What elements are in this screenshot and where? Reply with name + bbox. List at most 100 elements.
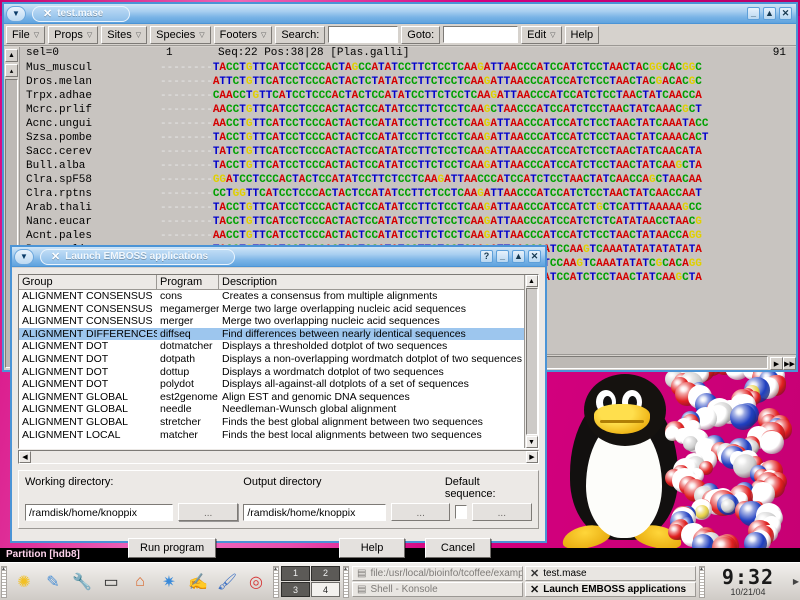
task-button-konsole[interactable]: ▤ Shell - Konsole (352, 582, 523, 597)
panel-expand-icon[interactable]: ▶ (792, 565, 800, 599)
output-directory-browse-button[interactable]: ... (391, 503, 450, 521)
kate-icon[interactable]: ✎ (39, 568, 67, 596)
goto-input[interactable] (443, 26, 519, 43)
sequence-bases[interactable]: TACCTGTTCATCCTCCCACTACTCCATATCCTTCTCCTCA… (213, 216, 702, 228)
column-header-group[interactable]: Group (19, 275, 157, 289)
help-button[interactable]: Help (564, 25, 600, 44)
sequence-bases[interactable]: TACCTGTTCATCCTCCCACTACTCCATATCCTTCTCCTCA… (213, 160, 702, 172)
sequence-row[interactable]: Nanc.eucar -------- TACCTGTTCATCCTCCCACTAC… (20, 215, 796, 229)
program-row[interactable]: ALIGNMENT GLOBAL stretcher Finds the best … (19, 416, 524, 429)
panel-handle[interactable] (1, 565, 7, 598)
program-row[interactable]: ALIGNMENT DOT dottup Displays a wordmatch … (19, 366, 524, 379)
program-row[interactable]: ALIGNMENT DOT dotpath Displays a non-overl… (19, 353, 524, 366)
program-row[interactable]: ALIGNMENT LOCAL matcher Finds the best loc… (19, 429, 524, 442)
writer-icon[interactable]: ✍ (184, 568, 212, 596)
default-sequence-checkbox[interactable] (454, 505, 467, 519)
sequence-name[interactable]: Clra.spF58 (20, 174, 160, 186)
program-row[interactable]: ALIGNMENT GLOBAL needle Needleman-Wunsch g… (19, 403, 524, 416)
program-row[interactable]: ALIGNMENT DOT dotmatcher Displays a thresh… (19, 340, 524, 353)
minimize-icon[interactable]: _ (747, 7, 760, 20)
kmenu-icon[interactable]: ✺ (10, 568, 38, 596)
sequence-bases[interactable]: ATTCTGTTCATCCTCCCACTACTCTATATCCTTCTCCTCA… (213, 76, 702, 88)
sequence-name[interactable]: Bull.alba (20, 160, 160, 172)
task-button-file-manager[interactable]: ▤ file:/usr/local/bioinfo/tcoffee/exampl… (352, 566, 523, 581)
sequence-bases[interactable]: AACCTGTTCATCCTCCCACTACTCCATATCCTTCTCCTCA… (213, 104, 702, 116)
scroll-left-icon[interactable]: ◀ (19, 451, 31, 463)
window-menu-icon[interactable]: ▼ (6, 5, 26, 22)
column-header-program[interactable]: Program (157, 275, 219, 289)
shade-icon[interactable]: ▲ (763, 7, 776, 20)
sequence-name[interactable]: Sacc.cerev (20, 146, 160, 158)
settings-icon[interactable]: 🔧 (68, 568, 96, 596)
column-header-description[interactable]: Description (219, 275, 524, 289)
program-list-vertical-scrollbar[interactable]: ▲ ▼ (524, 275, 538, 448)
output-directory-input[interactable]: /ramdisk/home/knoppix (243, 503, 387, 521)
sequence-bases[interactable]: TACCTGTTCATCCTCCCACTACTCCATATCCTTCTCCTCA… (213, 202, 702, 214)
sequence-bases[interactable]: TACCTGTTCATCCTCCCACTACTCCATATCCTTCTCCTCA… (213, 132, 709, 144)
program-row[interactable]: ALIGNMENT CONSENSUS cons Creates a consens… (19, 290, 524, 303)
sequence-name[interactable]: Mcrc.prlif (20, 104, 160, 116)
scroll-up-icon[interactable]: ▲ (525, 275, 538, 287)
minimize-icon[interactable]: _ (496, 250, 509, 263)
window-menu-icon[interactable]: ▼ (14, 248, 34, 265)
menu-sites[interactable]: Sites ▽ (101, 25, 148, 44)
menu-species[interactable]: Species ▽ (150, 25, 211, 44)
paint-icon[interactable]: 🖌 (213, 568, 241, 596)
browser-icon[interactable]: ✷ (155, 568, 183, 596)
task-button-emboss[interactable]: ✕ Launch EMBOSS applications (525, 582, 696, 597)
desktop-4-button[interactable]: 4 (311, 582, 340, 597)
sequence-row[interactable]: Clra.rptns -------- CCTGGTTCATCCTCCCACTACT… (20, 187, 796, 201)
program-list-horizontal-scrollbar[interactable]: ◀ ▶ (18, 450, 539, 464)
help-icon[interactable]: ? (480, 250, 493, 263)
desktop-1-button[interactable]: 1 (281, 565, 310, 581)
search-input[interactable] (328, 26, 399, 43)
scroll-end-icon[interactable]: ▶▶ (783, 357, 796, 370)
help-button[interactable]: Help (339, 538, 405, 558)
sequence-name[interactable]: Szsa.pombe (20, 132, 160, 144)
panel-handle[interactable] (343, 565, 349, 598)
sequence-bases[interactable]: GGATCCTCCCACTACTCCATATCCTTCTCCTCAAGATTAA… (213, 174, 702, 186)
sequence-row[interactable]: Mus_muscul -------- TACCTGTTCATCCTCCCACTAG… (20, 61, 796, 75)
sequence-row[interactable]: Sacc.cerev -------- TATCTGTTCATCCTCCCACTAC… (20, 145, 796, 159)
scroll-right-icon[interactable]: ▶ (770, 357, 783, 370)
cancel-button[interactable]: Cancel (425, 538, 491, 558)
scroll-right-icon[interactable]: ▶ (526, 451, 538, 463)
task-button-test-mase[interactable]: ✕ test.mase (525, 566, 696, 581)
sequence-row[interactable]: Mcrc.prlif -------- AACCTGTTCATCCTCCCACTAC… (20, 103, 796, 117)
sequence-bases[interactable]: TATCTGTTCATCCTCCCACTACTCCATATCCTTCTCCTCA… (213, 146, 702, 158)
sequence-bases[interactable]: AACCTGTTCATCCTCCCACTACTCCATATCCTTCTCCTCA… (213, 230, 702, 242)
sequence-bases[interactable]: TACCTGTTCATCCTCCCACTAGCCATATCCTTCTCCTCAA… (213, 62, 702, 74)
sequence-row[interactable]: Szsa.pombe -------- TACCTGTTCATCCTCCCACTAC… (20, 131, 796, 145)
terminal-icon[interactable]: ▭ (97, 568, 125, 596)
sequence-name[interactable]: Clra.rptns (20, 188, 160, 200)
scrollbar-track[interactable] (525, 288, 538, 435)
search-label-button[interactable]: Search: (275, 25, 326, 44)
program-row[interactable]: ALIGNMENT DOT polydot Displays all-against… (19, 378, 524, 391)
sequence-row[interactable]: Clra.spF58 -------- GGATCCTCCCACTACTCCATAT… (20, 173, 796, 187)
sequence-name[interactable]: Nanc.eucar (20, 216, 160, 228)
close-icon[interactable]: ✕ (528, 250, 541, 263)
menu-file[interactable]: File ▽ (6, 25, 46, 44)
default-sequence-browse-button[interactable]: ... (471, 503, 532, 521)
scroll-page-up-icon[interactable]: ▴ (5, 64, 18, 77)
sequence-row[interactable]: Trpx.adhae -------- CAACCTGTTCATCCTCCCACTA… (20, 89, 796, 103)
panel-handle[interactable] (699, 565, 705, 598)
working-directory-input[interactable]: /ramdisk/home/knoppix (25, 503, 173, 521)
sequence-row[interactable]: Bull.alba -------- TACCTGTTCATCCTCCCACTACT… (20, 159, 796, 173)
sequence-row[interactable]: Acnc.ungui -------- AACCTGTTCATCCTCCCACTAC… (20, 117, 796, 131)
mase-titlebar[interactable]: ▼ ✕ test.mase _ ▲ ✕ (4, 4, 796, 24)
program-list[interactable]: ALIGNMENT CONSENSUS cons Creates a consens… (19, 290, 524, 448)
sequence-bases[interactable]: CCTGGTTCATCCTCCCACTACTCCATATCCTTCTCCTCAA… (213, 188, 702, 200)
program-row[interactable]: ALIGNMENT CONSENSUS megamerger Merge two l… (19, 303, 524, 316)
clock[interactable]: 9:32 10/21/04 (706, 565, 792, 599)
desktop-2-button[interactable]: 2 (311, 565, 340, 581)
sequence-name[interactable]: Acnc.ungui (20, 118, 160, 130)
shade-icon[interactable]: ▲ (512, 250, 525, 263)
scroll-up-icon[interactable]: ▲ (5, 49, 18, 62)
close-icon[interactable]: ✕ (779, 7, 792, 20)
goto-label-button[interactable]: Goto: (401, 25, 441, 44)
sequence-bases[interactable]: CAACCTGTTCATCCTCCCACTACTCCATATCCTTCTCCTC… (213, 90, 702, 102)
emboss-titlebar[interactable]: ▼ ✕ Launch EMBOSS applications ? _ ▲ ✕ (12, 247, 545, 267)
menu-footers[interactable]: Footers ▽ (213, 25, 273, 44)
desktop-3-button[interactable]: 3 (281, 582, 310, 597)
